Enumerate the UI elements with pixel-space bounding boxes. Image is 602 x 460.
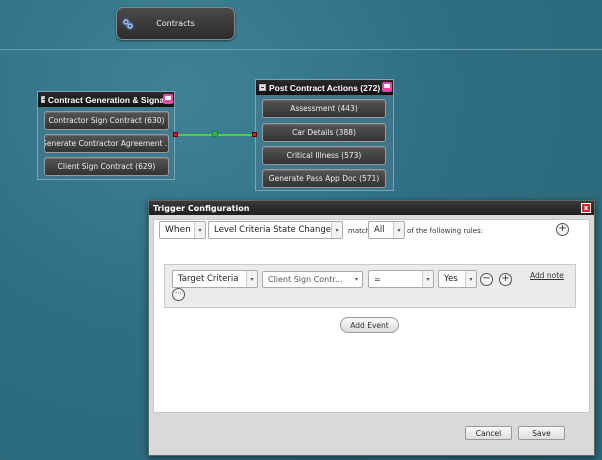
node-contractor-sign-contract[interactable]: Contractor Sign Contract (630) (44, 111, 169, 130)
select-value: Level Criteria State Changed (214, 225, 337, 235)
rule-criteria-select[interactable]: Client Sign Contr... ▾ (262, 271, 363, 288)
node-label: Critical Illness (573) (286, 151, 362, 160)
more-options-icon[interactable]: ⋯ (172, 288, 185, 301)
node-generate-contractor-agreement[interactable]: Generate Contractor Agreement ... (44, 134, 169, 153)
dialog-titlebar[interactable]: Trigger Configuration x (149, 201, 594, 215)
node-label: Generate Contractor Agreement ... (44, 139, 169, 148)
group-title: Contract Generation & Signat... (47, 94, 174, 105)
chevron-down-icon: ▾ (194, 222, 205, 238)
button-label: Add Event (350, 320, 389, 330)
group-title: Post Contract Actions (272) (269, 82, 381, 93)
node-generate-pass-app-doc[interactable]: Generate Pass App Doc (571) (262, 169, 386, 188)
add-event-button[interactable]: Add Event (340, 317, 399, 333)
add-rule-icon[interactable]: + (556, 223, 569, 236)
chevron-down-icon: ▾ (465, 271, 476, 287)
node-car-details[interactable]: Car Details (388) (262, 123, 386, 142)
save-button[interactable]: Save (518, 426, 565, 440)
chevron-down-icon: ▾ (351, 272, 362, 287)
select-value: All (374, 225, 385, 235)
remove-condition-icon[interactable]: − (480, 273, 493, 286)
button-label: Cancel (475, 428, 502, 438)
rule-value-select[interactable]: Yes ▾ (438, 270, 477, 288)
dialog-body: When ▾ Level Criteria State Changed ▾ ma… (153, 219, 590, 413)
contracts-node-label: Contracts (156, 19, 195, 28)
node-label: Assessment (443) (290, 104, 358, 113)
when-select[interactable]: When ▾ (159, 221, 206, 239)
gears-icon (122, 18, 134, 30)
select-value: Target Criteria (178, 274, 239, 284)
select-value: Client Sign Contr... (268, 275, 343, 284)
match-label: match (348, 227, 371, 235)
trigger-configuration-dialog: Trigger Configuration x When ▾ Level Cri… (148, 200, 595, 456)
rules-label: of the following rules: (407, 227, 483, 235)
node-assessment[interactable]: Assessment (443) (262, 99, 386, 118)
rule-operator-select[interactable]: = ▾ (368, 270, 434, 288)
dialog-title: Trigger Configuration (153, 203, 250, 213)
chevron-down-icon: ▾ (422, 271, 433, 287)
select-value: When (165, 225, 191, 235)
cancel-button[interactable]: Cancel (465, 426, 512, 440)
chevron-down-icon: ▾ (393, 222, 404, 238)
node-label: Generate Pass App Doc (571) (268, 174, 380, 183)
output-port[interactable] (173, 132, 178, 137)
node-critical-illness[interactable]: Critical Illness (573) (262, 146, 386, 165)
rule-field-select[interactable]: Target Criteria ▾ (172, 270, 258, 288)
rule-row: Target Criteria ▾ Client Sign Contr... ▾… (164, 264, 576, 308)
node-label: Contractor Sign Contract (630) (48, 116, 165, 125)
contract-generation-group[interactable]: Contract Generation & Signat... Contract… (37, 91, 175, 180)
button-label: Save (532, 428, 551, 438)
group-menu-icon[interactable] (163, 94, 173, 104)
chevron-down-icon: ▾ (246, 271, 257, 287)
input-port[interactable] (252, 132, 257, 137)
event-select[interactable]: Level Criteria State Changed ▾ (208, 221, 343, 239)
connector-handle[interactable] (212, 131, 218, 137)
group-menu-icon[interactable] (382, 82, 392, 92)
match-select[interactable]: All ▾ (368, 221, 405, 239)
add-condition-icon[interactable]: + (499, 273, 512, 286)
select-value: = (374, 274, 381, 284)
node-label: Client Sign Contract (629) (57, 162, 156, 171)
node-label: Car Details (388) (292, 128, 356, 137)
canvas-divider (0, 49, 602, 50)
node-client-sign-contract[interactable]: Client Sign Contract (629) (44, 157, 169, 176)
collapse-icon[interactable] (259, 84, 266, 91)
post-contract-actions-group[interactable]: Post Contract Actions (272) Assessment (… (255, 79, 394, 191)
collapse-icon[interactable] (41, 96, 46, 103)
chevron-down-icon: ▾ (331, 222, 342, 238)
add-note-link[interactable]: Add note (530, 271, 564, 280)
select-value: Yes (444, 274, 458, 284)
contracts-node[interactable]: Contracts (116, 7, 235, 40)
group-header[interactable]: Contract Generation & Signat... (38, 92, 174, 107)
close-icon[interactable]: x (581, 203, 591, 213)
group-header[interactable]: Post Contract Actions (272) (256, 80, 393, 95)
